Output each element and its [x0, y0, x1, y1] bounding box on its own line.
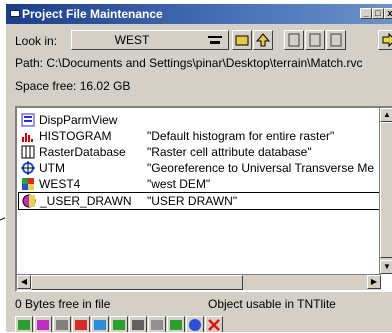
info-button[interactable] — [53, 316, 71, 332]
space-label: Space free: — [15, 79, 77, 93]
new-folder-button[interactable] — [232, 30, 252, 50]
user-drawn-icon — [22, 194, 36, 208]
vertical-scroll-thumb[interactable] — [380, 122, 392, 258]
folder-icon — [235, 35, 249, 46]
object-name: WEST4 — [39, 177, 81, 191]
scroll-left-button[interactable]: ◀ — [17, 275, 31, 289]
properties-icon — [75, 320, 87, 330]
space-row: Space free: 16.02 GB — [15, 79, 130, 93]
bytes-free-status: 0 Bytes free in file — [15, 297, 111, 311]
scroll-up-button[interactable]: ▲ — [380, 108, 392, 122]
help-button[interactable] — [186, 316, 204, 332]
dropdown-arrow-icon — [208, 36, 222, 45]
georeference-icon — [21, 161, 35, 175]
structure-icon — [94, 320, 106, 330]
object-description: "Raster cell attribute database" — [147, 145, 312, 159]
vertical-scrollbar[interactable]: ▲ ▼ — [379, 108, 392, 274]
maximize-button[interactable]: □ — [372, 8, 384, 19]
object-list[interactable]: DispParmView HISTOGRAM "Default histogra… — [15, 106, 392, 292]
help-icon — [189, 319, 201, 331]
metadata-icon — [170, 320, 182, 330]
metadata-button[interactable] — [167, 316, 185, 332]
link-icon — [113, 320, 125, 330]
window-title: Project File Maintenance — [22, 7, 163, 21]
file-icon — [288, 33, 300, 47]
window-menu-icon[interactable] — [10, 10, 20, 17]
navigate-button[interactable] — [378, 30, 392, 50]
horizontal-scrollbar[interactable]: ◀ ▶ — [17, 274, 381, 290]
path-row: Path: C:\Documents and Settings\pinar\De… — [15, 56, 363, 70]
object-name: HISTOGRAM — [39, 129, 112, 143]
rename-icon — [37, 320, 49, 330]
raster-icon — [22, 178, 34, 190]
import-icon — [151, 320, 163, 330]
usable-status: Object usable in TNTlite — [208, 297, 336, 311]
lookin-value: WEST — [114, 33, 150, 47]
histogram-icon — [22, 133, 33, 142]
export-icon — [132, 320, 144, 330]
export-button[interactable] — [129, 316, 147, 332]
object-name: UTM — [39, 161, 65, 175]
import-button[interactable] — [148, 316, 166, 332]
edit-object-button[interactable] — [326, 30, 346, 50]
object-description: "west DEM" — [147, 177, 211, 191]
rename-button[interactable] — [34, 316, 52, 332]
delete-button[interactable] — [205, 316, 223, 332]
edit-icon — [330, 33, 342, 47]
close-button[interactable]: x — [384, 8, 392, 19]
scroll-right-button[interactable]: ▶ — [367, 275, 381, 289]
object-description: "Georeference to Universal Transverse Me — [147, 161, 375, 175]
database-icon — [21, 145, 35, 159]
object-name: _USER_DRAWN — [40, 194, 132, 208]
open-icon — [18, 320, 30, 330]
object-description: "USER DRAWN" — [147, 194, 238, 208]
object-name: RasterDatabase — [39, 145, 126, 159]
new-object-button[interactable] — [284, 30, 304, 50]
copy-icon — [309, 33, 321, 47]
display-parms-icon — [21, 113, 35, 127]
object-name: DispParmView — [39, 113, 118, 127]
object-description: "Default histogram for entire raster" — [147, 129, 335, 143]
lookin-label: Look in: — [15, 34, 58, 48]
up-arrow-icon — [255, 33, 271, 47]
delete-icon — [208, 319, 220, 331]
scroll-down-button[interactable]: ▼ — [380, 260, 392, 274]
path-label: Path: — [15, 56, 44, 70]
up-folder-button[interactable] — [253, 30, 273, 50]
open-button[interactable] — [15, 316, 33, 332]
space-value: 16.02 GB — [79, 79, 131, 93]
project-file-maintenance-window: Project File Maintenance _ □ x Look in: … — [5, 3, 392, 333]
lookin-dropdown[interactable]: WEST — [71, 30, 229, 50]
arrow-right-icon — [382, 32, 392, 48]
copy-object-button[interactable] — [305, 30, 325, 50]
structure-button[interactable] — [91, 316, 109, 332]
horizontal-scroll-thumb[interactable] — [31, 275, 243, 290]
info-icon — [56, 320, 68, 330]
list-item-selected[interactable]: _USER_DRAWN "USER DRAWN" — [18, 192, 380, 210]
path-value: C:\Documents and Settings\pinar\Desktop\… — [46, 56, 363, 70]
link-button[interactable] — [110, 316, 128, 332]
properties-button[interactable] — [72, 316, 90, 332]
minimize-button[interactable]: _ — [360, 8, 372, 19]
title-bar[interactable]: Project File Maintenance _ □ x — [6, 4, 392, 24]
